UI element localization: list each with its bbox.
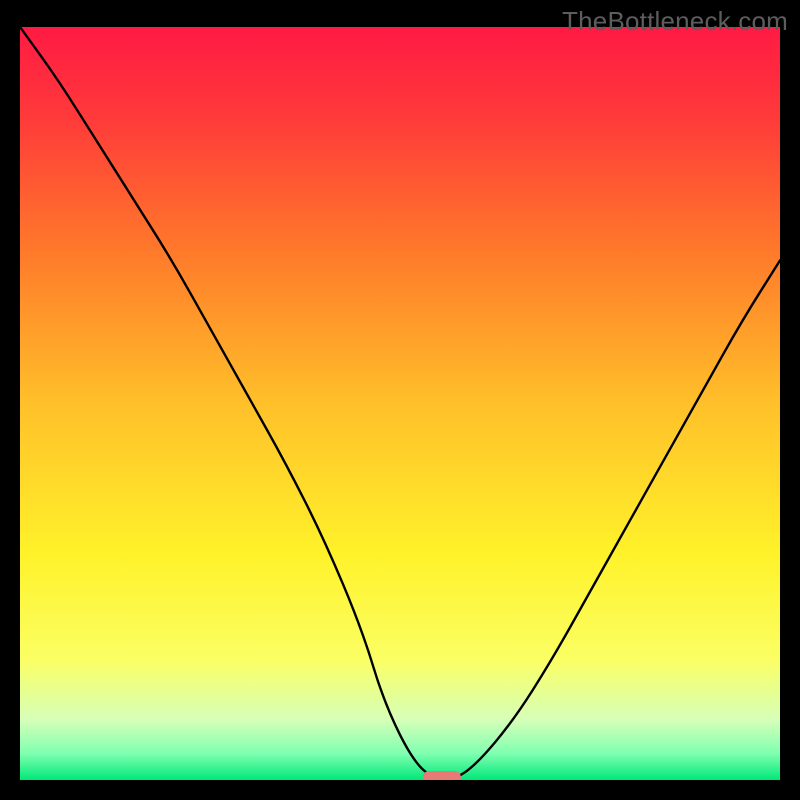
chart-frame: TheBottleneck.com	[0, 0, 800, 800]
optimum-marker	[423, 771, 461, 780]
plot-svg	[20, 27, 780, 780]
watermark-text: TheBottleneck.com	[562, 6, 788, 37]
bottleneck-plot	[20, 27, 780, 780]
plot-background	[20, 27, 780, 780]
